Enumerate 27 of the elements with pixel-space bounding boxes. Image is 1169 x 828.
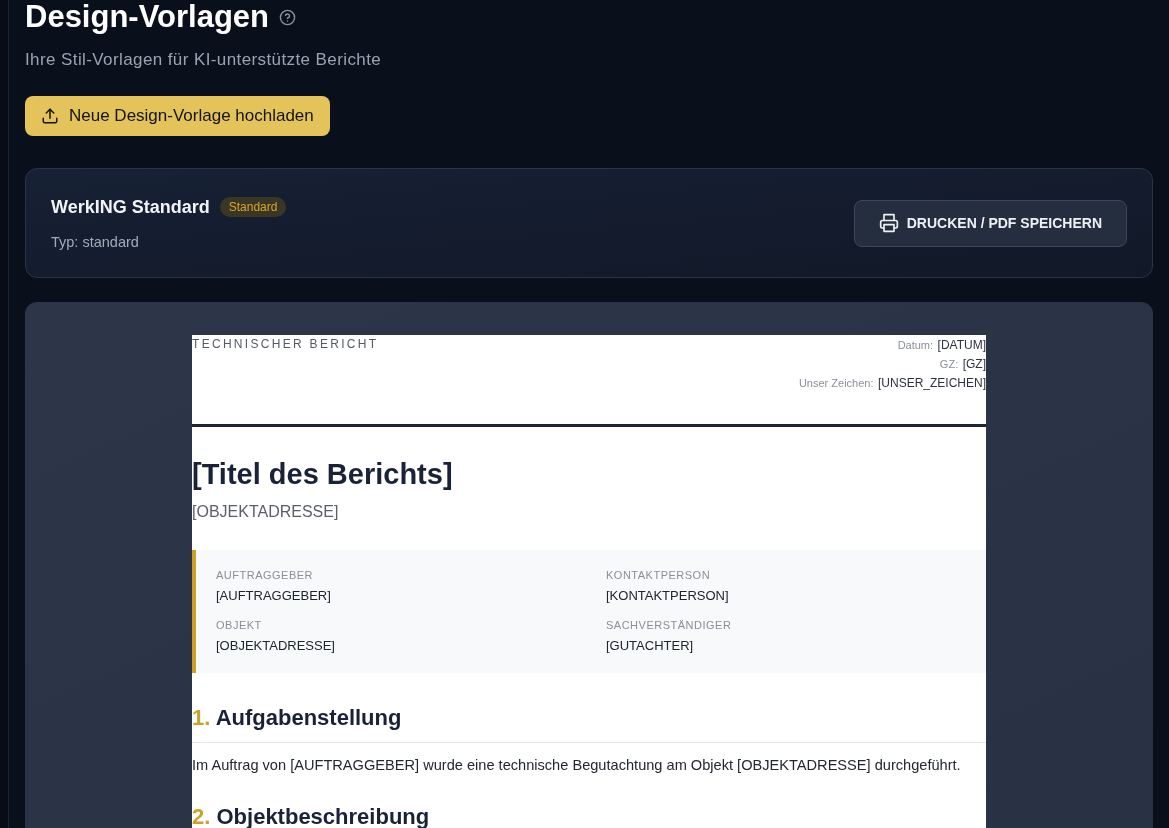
- info-value: [GUTACHTER]: [606, 637, 694, 655]
- meta-line: Datum: [DATUM]: [897, 337, 986, 354]
- page-subtitle: Ihre Stil-Vorlagen für KI-unterstützte Berichte: [25, 49, 382, 71]
- upload-icon: [41, 107, 59, 125]
- info-value: [KONTAKTPERSON]: [606, 587, 729, 605]
- help-icon[interactable]: [279, 8, 297, 26]
- info-label: KONTAKTPERSON: [606, 568, 711, 582]
- document-address: [OBJEKTADRESSE]: [192, 502, 340, 522]
- section-heading: 1. Aufgabenstellung: [192, 706, 402, 730]
- info-label: SACHVERSTÄNDIGER: [606, 618, 732, 632]
- upload-button[interactable]: Neue Design-Vorlage hochladen: [25, 96, 330, 136]
- info-label: AUFTRAGGEBER: [216, 568, 314, 582]
- page-title: Design-Vorlagen: [25, 0, 270, 34]
- document-title: [Titel des Berichts]: [192, 457, 454, 492]
- template-badge: Standard: [219, 196, 287, 217]
- print-button[interactable]: DRUCKEN / PDF SPEICHERN: [853, 199, 1127, 247]
- template-name: WerkING Standard: [51, 195, 210, 219]
- template-type: Typ: standard: [51, 232, 139, 252]
- info-value: [AUFTRAGGEBER]: [216, 587, 331, 605]
- document-label: TECHNISCHER BERICHT: [192, 336, 379, 353]
- info-value: [OBJEKTADRESSE]: [216, 637, 335, 655]
- section-heading: 2. Objektbeschreibung: [192, 805, 430, 828]
- meta-line: Unser Zeichen: [UNSER_ZEICHEN]: [798, 375, 986, 392]
- printer-icon: [878, 213, 899, 233]
- section-text: Im Auftrag von [AUFTRAGGEBER] wurde eine technische Begutachtung am Objekt [OBJEKTADRESSE] durchgeführt.: [192, 756, 962, 775]
- info-label: OBJEKT: [216, 618, 262, 632]
- meta-line: GZ: [GZ]: [939, 356, 986, 373]
